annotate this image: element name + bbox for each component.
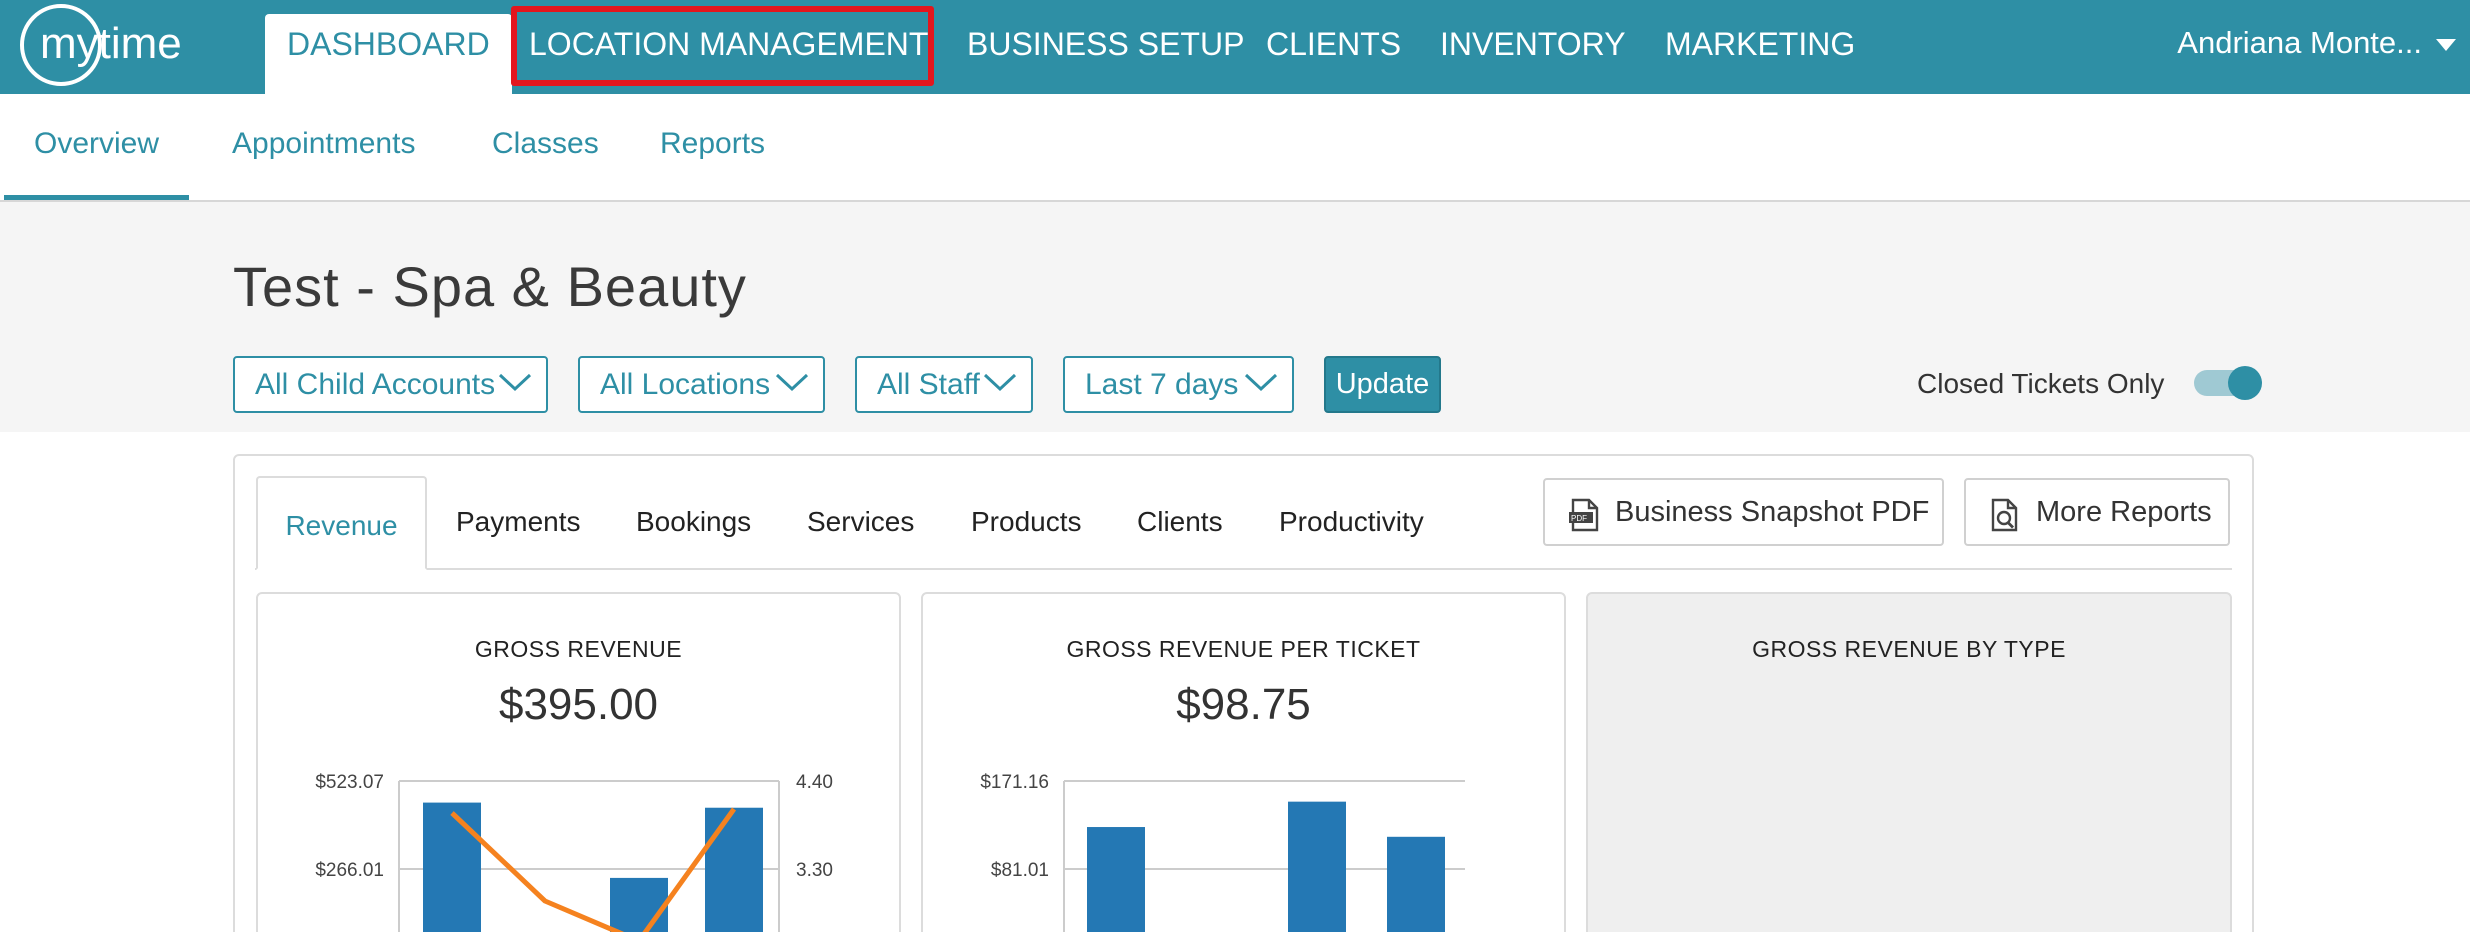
locations-select[interactable]: All Locations <box>578 356 825 413</box>
y2-tick-label: 4.40 <box>796 772 833 793</box>
subnav-reports[interactable]: Reports <box>660 94 765 200</box>
nav-location-management[interactable]: LOCATION MANAGEMENT <box>529 0 928 94</box>
sub-navigation: Overview Appointments Classes Reports <box>0 94 2470 202</box>
document-search-icon <box>1991 498 2018 532</box>
more-reports-button[interactable]: More Reports <box>1964 478 2230 546</box>
update-button[interactable]: Update <box>1324 356 1441 413</box>
locations-value: All Locations <box>600 368 771 401</box>
tab-products[interactable]: Products <box>971 476 1082 570</box>
y-tick-label: $523.07 <box>315 772 384 793</box>
pdf-file-icon: PDF <box>1569 498 1599 532</box>
child-accounts-select[interactable]: All Child Accounts <box>233 356 548 413</box>
chevron-down-icon <box>1244 373 1278 392</box>
bar-mark <box>610 877 668 932</box>
closed-tickets-label: Closed Tickets Only <box>1917 368 2165 399</box>
y2-tick-label: 3.30 <box>796 860 833 881</box>
caret-down-icon <box>2436 38 2456 51</box>
business-snapshot-pdf-button[interactable]: PDF Business Snapshot PDF <box>1543 478 1944 546</box>
date-range-select[interactable]: Last 7 days <box>1063 356 1294 413</box>
toggle-knob <box>2228 366 2262 400</box>
nav-business-setup[interactable]: BUSINESS SETUP <box>967 0 1244 94</box>
bar-mark <box>1087 827 1145 932</box>
subnav-overview[interactable]: Overview <box>4 94 190 200</box>
series-line <box>450 807 737 932</box>
bar-mark <box>705 807 763 932</box>
tab-payments[interactable]: Payments <box>456 476 581 570</box>
tab-bookings[interactable]: Bookings <box>636 476 751 570</box>
more-reports-label: More Reports <box>2036 496 2212 528</box>
closed-tickets-toggle[interactable] <box>2194 366 2262 400</box>
date-range-value: Last 7 days <box>1085 368 1239 401</box>
bar-mark <box>1288 801 1346 932</box>
bar-mark <box>423 802 481 932</box>
card-title: GROSS REVENUE BY TYPE <box>1752 636 2066 662</box>
user-menu[interactable]: Andriana Monte... <box>2177 0 2456 94</box>
gross-revenue-card: GROSS REVENUE $395.00 $523.07 $266.01 4.… <box>256 592 901 932</box>
chevron-down-icon <box>498 373 532 392</box>
nav-clients[interactable]: CLIENTS <box>1266 0 1401 94</box>
child-accounts-value: All Child Accounts <box>255 368 496 401</box>
logo-text: mytime <box>40 19 182 68</box>
staff-select[interactable]: All Staff <box>855 356 1033 413</box>
gross-revenue-per-ticket-chart: $171.16 $81.01 <box>980 772 1465 932</box>
page-title: Test - Spa & Beauty <box>233 255 747 318</box>
tab-productivity[interactable]: Productivity <box>1279 476 1424 570</box>
gross-revenue-chart: $523.07 $266.01 4.40 3.30 <box>315 772 833 932</box>
gross-revenue-by-type-card: GROSS REVENUE BY TYPE <box>1586 592 2232 932</box>
nav-inventory[interactable]: INVENTORY <box>1440 0 1626 94</box>
tab-clients[interactable]: Clients <box>1137 476 1223 570</box>
y-tick-label: $81.01 <box>991 860 1049 881</box>
tab-services[interactable]: Services <box>807 476 914 570</box>
mytime-logo[interactable]: mytime <box>18 2 230 88</box>
svg-text:PDF: PDF <box>1571 514 1587 523</box>
user-name: Andriana Monte... <box>2177 25 2422 60</box>
business-snapshot-label: Business Snapshot PDF <box>1615 496 1930 528</box>
chevron-down-icon <box>983 373 1017 392</box>
y-tick-label: $171.16 <box>980 772 1049 793</box>
staff-value: All Staff <box>877 368 980 401</box>
nav-marketing[interactable]: MARKETING <box>1665 0 1855 94</box>
chevron-down-icon <box>775 373 809 392</box>
y-tick-label: $266.01 <box>315 860 384 881</box>
top-navigation: mytime DASHBOARD LOCATION MANAGEMENT BUS… <box>0 0 2470 94</box>
bar-mark <box>1387 836 1445 932</box>
tab-revenue[interactable]: Revenue <box>256 476 427 570</box>
gross-revenue-per-ticket-card: GROSS REVENUE PER TICKET $98.75 $171.16 … <box>921 592 1566 932</box>
nav-dashboard[interactable]: DASHBOARD <box>265 14 512 94</box>
subnav-classes[interactable]: Classes <box>492 94 599 200</box>
subnav-appointments[interactable]: Appointments <box>232 94 415 200</box>
